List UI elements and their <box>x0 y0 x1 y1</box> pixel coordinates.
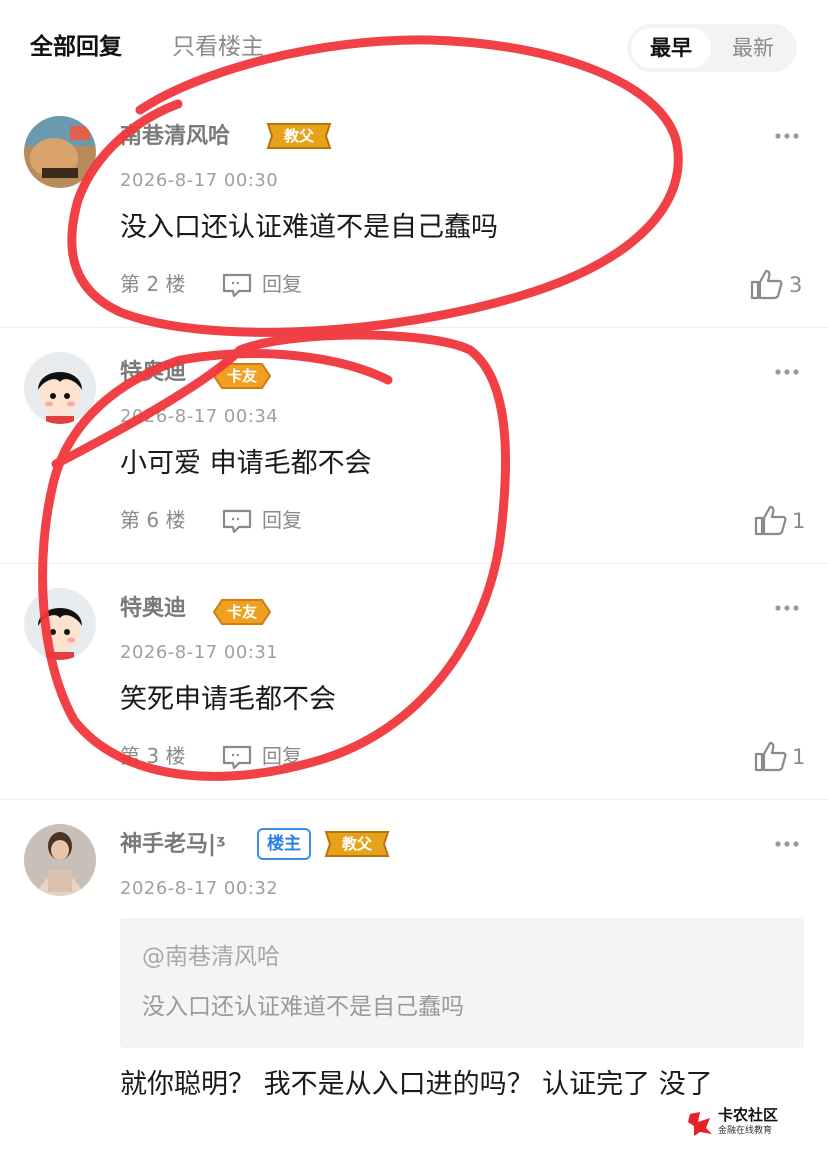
comment-item: 南巷清风哈 教父 2026-8-17 00:30 没入口还认证难道不是自己蠢吗 … <box>0 96 828 328</box>
reply-icon[interactable] <box>221 272 253 298</box>
more-options-icon[interactable] <box>774 604 800 612</box>
avatar[interactable] <box>24 824 96 896</box>
avatar[interactable] <box>24 116 96 188</box>
quoted-text: 没入口还认证难道不是自己蠢吗 <box>142 994 464 1020</box>
tab-all-replies[interactable]: 全部回复 <box>30 30 122 64</box>
comment-item: 特奥迪 卡友 2026-8-17 00:31 笑死申请毛都不会 第 3 楼 回复… <box>0 564 828 800</box>
sort-latest-button[interactable]: 最新 <box>713 28 793 68</box>
like-count: 1 <box>792 509 806 533</box>
comment-time: 2026-8-17 00:34 <box>120 406 279 427</box>
sort-toggle: 最早 最新 <box>627 24 797 72</box>
quoted-username[interactable]: @南巷清风哈 <box>142 940 280 974</box>
thumbs-up-icon[interactable] <box>750 268 784 300</box>
reply-button[interactable]: 回复 <box>262 269 302 299</box>
username[interactable]: 神手老马|ᶾ <box>120 830 226 860</box>
comment-content: 小可爱 申请毛都不会 <box>120 448 372 479</box>
floor-number: 第 6 楼 <box>120 508 186 532</box>
more-options-icon[interactable] <box>774 132 800 140</box>
avatar[interactable] <box>24 352 96 424</box>
more-options-icon[interactable] <box>774 368 800 376</box>
comment-content: 没入口还认证难道不是自己蠢吗 <box>120 212 498 243</box>
reply-button[interactable]: 回复 <box>262 741 302 771</box>
like-count: 3 <box>789 273 803 297</box>
tab-op-only[interactable]: 只看楼主 <box>172 30 264 64</box>
comment-item: 特奥迪 卡友 2026-8-17 00:34 小可爱 申请毛都不会 第 6 楼 … <box>0 328 828 564</box>
comment-time: 2026-8-17 00:32 <box>120 878 279 899</box>
badge-cardfriend: 卡友 <box>210 360 274 392</box>
floor-number: 第 3 楼 <box>120 744 186 768</box>
username[interactable]: 特奥迪 <box>120 358 186 388</box>
watermark-logo: 卡农社区 金融在线教育 <box>686 1106 796 1140</box>
reply-icon[interactable] <box>221 744 253 770</box>
reply-button[interactable]: 回复 <box>262 505 302 535</box>
thumbs-up-icon[interactable] <box>754 740 788 772</box>
comment-content: 笑死申请毛都不会 <box>120 684 336 715</box>
watermark-icon <box>688 1112 712 1136</box>
sort-earliest-button[interactable]: 最早 <box>631 28 711 68</box>
reply-icon[interactable] <box>221 508 253 534</box>
op-badge: 楼主 <box>257 828 311 860</box>
username[interactable]: 特奥迪 <box>120 594 186 624</box>
quoted-reply[interactable]: @南巷清风哈 没入口还认证难道不是自己蠢吗 <box>120 918 804 1048</box>
comment-time: 2026-8-17 00:30 <box>120 170 279 191</box>
like-count: 1 <box>792 745 806 769</box>
comments-header: 全部回复 只看楼主 最早 最新 <box>0 0 828 96</box>
thumbs-up-icon[interactable] <box>754 504 788 536</box>
comment-time: 2026-8-17 00:31 <box>120 642 279 663</box>
badge-godfather: 教父 <box>322 828 392 860</box>
more-options-icon[interactable] <box>774 840 800 848</box>
avatar[interactable] <box>24 588 96 660</box>
username[interactable]: 南巷清风哈 <box>120 122 230 152</box>
comment-content: 就你聪明？ 我不是从入口进的吗？ 认证完了 没了 <box>120 1069 713 1100</box>
badge-godfather: 教父 <box>264 120 334 152</box>
floor-number: 第 2 楼 <box>120 272 186 296</box>
badge-cardfriend: 卡友 <box>210 596 274 628</box>
